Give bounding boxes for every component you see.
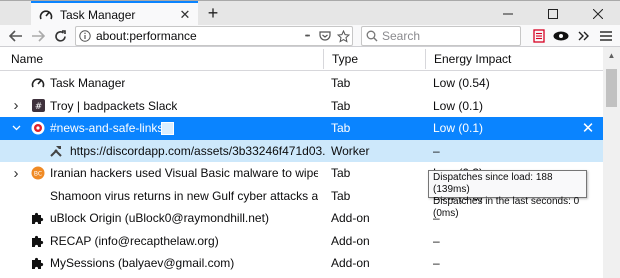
column-header-energy[interactable]: Energy Impact	[426, 47, 596, 71]
title-bar: Task Manager ✕ +	[0, 0, 620, 26]
table-row[interactable]: Task Manager Tab Low (0.54)	[0, 72, 603, 95]
row-type: Tab	[331, 76, 351, 91]
forward-button[interactable]	[28, 27, 48, 45]
minimize-icon[interactable]	[485, 1, 530, 26]
row-name: MySessions (balyaev@gmail.com)	[50, 256, 235, 271]
row-name: RECAP (info@recapthelaw.org)	[50, 233, 219, 248]
expand-chevron-icon[interactable]: ›	[10, 165, 22, 182]
back-button[interactable]	[6, 27, 26, 45]
discord-icon	[31, 121, 45, 135]
svg-text:#: #	[34, 102, 42, 112]
nav-bar: about:performance ••• Search	[0, 25, 620, 47]
search-input[interactable]: Search	[361, 26, 521, 46]
scroll-up-arrow-icon[interactable]: ▲	[603, 51, 620, 60]
tooltip-line-2: Dispatches in the last seconds: 0 (0ms)	[433, 196, 580, 219]
column-header-name[interactable]: Name	[3, 47, 323, 71]
search-icon	[362, 30, 382, 42]
tab-task-manager[interactable]: Task Manager ✕	[31, 1, 198, 26]
row-type: Add-on	[331, 211, 370, 226]
row-type: Tab	[331, 98, 351, 113]
row-type: Add-on	[331, 233, 370, 248]
dispatch-tooltip: Dispatches since load: 188 (139ms) Dispa…	[428, 170, 587, 219]
slack-icon: #	[31, 99, 45, 113]
bleeping-icon: BC	[31, 166, 45, 180]
maximize-icon[interactable]	[530, 1, 575, 26]
close-tab-icon[interactable]: ✕	[176, 6, 194, 24]
reader-view-icon[interactable]	[530, 27, 548, 45]
table-row[interactable]: › # Troy | badpackets Slack Tab Low (0.1…	[0, 95, 603, 118]
table-row[interactable]: https://discordapp.com/assets/3b33246f47…	[0, 139, 603, 162]
row-name: uBlock Origin (uBlock0@raymondhill.net)	[50, 211, 269, 226]
table-row-selected[interactable]: #news-and-safe-links- Tab Low (0.1) ✕	[0, 117, 603, 140]
row-type: Add-on	[331, 256, 370, 271]
row-type: Tab	[331, 121, 351, 136]
hamburger-menu-icon[interactable]	[597, 27, 615, 45]
row-name: https://discordapp.com/assets/3b33246f47…	[70, 143, 325, 158]
row-energy: Low (0.54)	[433, 76, 490, 91]
gauge-icon	[39, 8, 53, 22]
reload-button[interactable]	[50, 27, 70, 45]
row-energy: –	[433, 256, 440, 271]
close-window-icon[interactable]	[575, 1, 620, 26]
puzzle-icon	[31, 211, 45, 225]
row-energy: –	[433, 143, 440, 158]
bookmark-star-icon[interactable]	[334, 29, 352, 43]
tooltip-line-1: Dispatches since load: 188 (139ms)	[433, 172, 553, 195]
row-name: Troy | badpackets Slack	[50, 98, 178, 113]
info-icon[interactable]	[76, 30, 94, 42]
gauge-icon	[31, 76, 45, 90]
row-name: #news-and-safe-links-	[50, 121, 168, 136]
column-header-type[interactable]: Type	[324, 47, 424, 71]
row-name: Iranian hackers used Visual Basic malwar…	[50, 166, 318, 181]
overflow-menu-icon[interactable]	[575, 27, 593, 45]
row-energy: Low (0.1)	[433, 98, 484, 113]
worker-icon	[49, 144, 63, 158]
pocket-icon[interactable]	[316, 30, 334, 42]
url-bar[interactable]: about:performance •••	[75, 26, 353, 46]
table-header: Name Type Energy Impact	[0, 47, 603, 71]
close-tab-icon[interactable]: ✕	[580, 119, 596, 137]
row-energy: –	[433, 233, 440, 248]
table-row[interactable]: RECAP (info@recapthelaw.org) Add-on –	[0, 230, 603, 253]
tab-title: Task Manager	[60, 7, 136, 22]
favicon-placeholder-icon	[160, 121, 174, 135]
page-actions-icon[interactable]: •••	[298, 33, 316, 40]
row-type: Tab	[331, 166, 351, 181]
table-row[interactable]: MySessions (balyaev@gmail.com) Add-on –	[0, 252, 603, 275]
scrollbar-thumb[interactable]	[606, 69, 617, 107]
search-placeholder: Search	[382, 29, 421, 43]
collapse-chevron-icon[interactable]	[10, 125, 22, 131]
row-type: Worker	[331, 143, 370, 158]
new-tab-button[interactable]: +	[204, 3, 222, 23]
svg-text:BC: BC	[34, 171, 42, 178]
row-type: Tab	[331, 188, 351, 203]
puzzle-icon	[31, 234, 45, 248]
row-energy: Low (0.1)	[433, 121, 484, 136]
url-text[interactable]: about:performance	[94, 29, 298, 43]
vertical-scrollbar[interactable]: ▲	[603, 47, 620, 278]
expand-chevron-icon[interactable]: ›	[10, 97, 22, 114]
row-name: Shamoon virus returns in new Gulf cyber …	[50, 188, 318, 203]
row-name: Task Manager	[50, 76, 126, 91]
puzzle-icon	[31, 256, 45, 270]
privacy-eye-icon[interactable]	[552, 27, 570, 45]
